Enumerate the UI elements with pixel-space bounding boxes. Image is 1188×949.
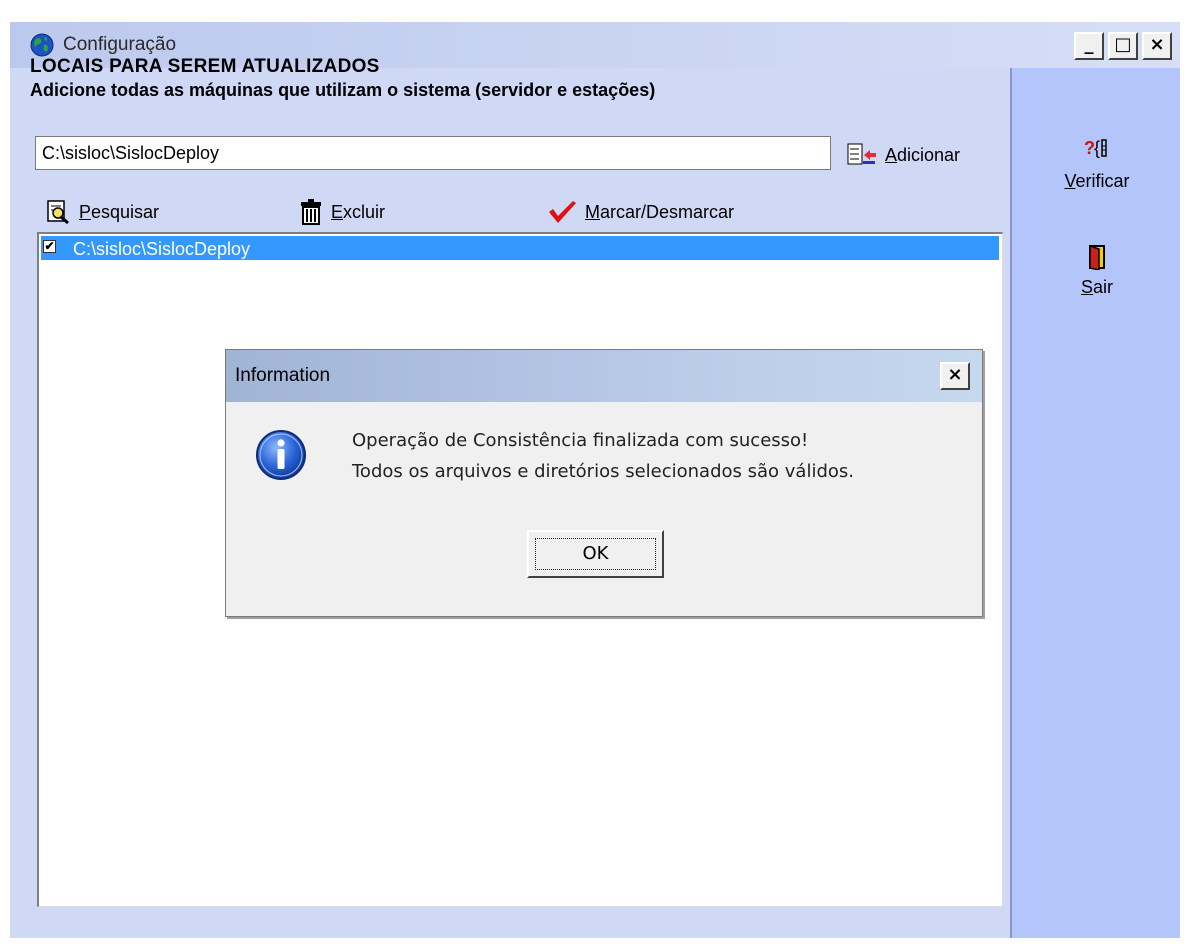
information-dialog: Information × Operação de Consistência f…: [225, 349, 983, 617]
verify-label: Verificar: [1064, 171, 1130, 191]
list-item[interactable]: ✔ C:\sisloc\SislocDeploy: [41, 236, 999, 260]
page-subheading: Adicione todas as máquinas que utilizam …: [30, 80, 656, 100]
dialog-titlebar[interactable]: Information ×: [226, 350, 982, 402]
red-checkmark-icon: [549, 201, 576, 223]
toggle-mark-label: Marcar/Desmarcar: [585, 201, 735, 222]
page-heading: LOCAIS PARA SEREM ATUALIZADOS: [30, 56, 380, 77]
add-button-label: Adicionar: [885, 144, 961, 165]
delete-button[interactable]: Excluir: [299, 198, 385, 226]
globe-icon: [30, 33, 54, 57]
toggle-mark-button[interactable]: Marcar/Desmarcar: [547, 198, 734, 226]
maximize-button[interactable]: □: [1108, 32, 1138, 60]
search-label: Pesquisar: [79, 201, 160, 222]
trash-icon: [301, 199, 321, 225]
search-button[interactable]: Pesquisar: [45, 198, 159, 226]
close-button[interactable]: ×: [1142, 32, 1172, 60]
door-exit-icon: [1089, 244, 1105, 271]
list-item-checkbox[interactable]: ✔: [43, 240, 56, 253]
search-document-icon: [47, 200, 69, 225]
svg-text:{: {: [1094, 138, 1100, 158]
path-input[interactable]: [35, 136, 831, 170]
delete-label: Excluir: [331, 201, 386, 222]
dialog-title: Information: [235, 365, 331, 386]
exit-button[interactable]: Sair: [1077, 244, 1117, 298]
dialog-message-line1: Operação de Consistência finalizada com …: [352, 430, 809, 451]
minimize-button[interactable]: _: [1074, 32, 1104, 60]
dialog-message-line2: Todos os arquivos e diretórios seleciona…: [352, 461, 854, 482]
ok-button-label: OK: [535, 538, 656, 570]
side-panel: ? { Verificar Sair: [1010, 68, 1180, 938]
add-list-icon: [847, 143, 876, 165]
info-icon: [256, 430, 306, 480]
add-button[interactable]: Adicionar: [847, 142, 960, 168]
ok-button[interactable]: OK: [527, 530, 664, 578]
dialog-close-button[interactable]: ×: [940, 362, 970, 390]
verify-icon: ? {: [1084, 138, 1107, 158]
exit-label: Sair: [1080, 277, 1114, 297]
list-item-label: C:\sisloc\SislocDeploy: [73, 239, 251, 259]
window-title: Configuração: [63, 34, 177, 55]
verify-button[interactable]: ? { Verificar: [1062, 136, 1132, 192]
